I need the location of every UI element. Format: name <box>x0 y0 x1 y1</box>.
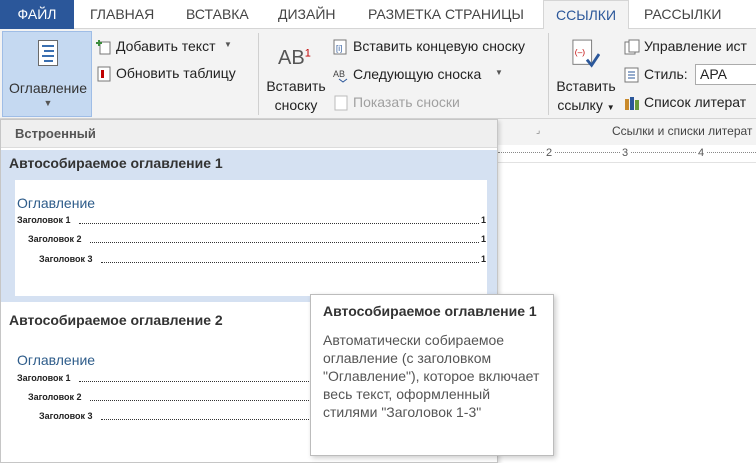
chevron-down-icon: ▼ <box>606 103 615 112</box>
svg-text:AB: AB <box>333 69 345 79</box>
bibliography-icon <box>625 97 639 110</box>
gallery-item-title: Автособираемое оглавление 2 <box>9 312 223 328</box>
manage-sources-icon <box>624 39 640 55</box>
gallery-item-auto-toc-1[interactable]: Автособираемое оглавление 1 Оглавление З… <box>1 150 497 302</box>
ruler-tick: 4 <box>696 147 707 159</box>
insert-footnote-button[interactable]: AB1 Вставить сноску <box>262 33 330 117</box>
preview-page-number: 1 <box>481 215 487 225</box>
tab-home[interactable]: ГЛАВНАЯ <box>90 0 154 29</box>
chevron-down-icon: ▼ <box>224 40 232 49</box>
preview-line: Заголовок 1 <box>17 373 71 383</box>
tooltip-body: Автоматически собираемое оглавление (с з… <box>323 332 540 420</box>
footnote-icon: AB1 <box>278 47 311 69</box>
tab-file[interactable]: ФАЙЛ <box>0 0 74 29</box>
show-notes-icon <box>334 95 348 111</box>
next-footnote-label: Следующую сноска <box>353 66 482 82</box>
tab-references[interactable]: ССЫЛКИ <box>543 0 629 30</box>
preview-heading: Оглавление <box>17 352 96 368</box>
tooltip: Автособираемое оглавление 1 Автоматическ… <box>310 294 554 456</box>
chevron-down-icon: ▼ <box>43 98 53 108</box>
toc-button[interactable]: Оглавление ▼ <box>2 31 92 117</box>
update-table-label: Обновить таблицу <box>116 65 236 81</box>
preview-page-number: 1 <box>481 254 487 264</box>
table-of-contents-icon <box>38 40 58 66</box>
bibliography-label: Список литерат <box>644 94 747 110</box>
insert-citation-button[interactable]: (–) Вставить ссылку ▼ <box>552 33 620 117</box>
gallery-section-header: Встроенный <box>1 120 497 148</box>
update-table-icon <box>97 66 111 82</box>
insert-citation-icon: (–) <box>572 39 600 68</box>
preview-line: Заголовок 2 <box>28 392 82 402</box>
preview-line: Заголовок 3 <box>39 254 93 264</box>
style-icon <box>624 67 639 83</box>
svg-text:[i]: [i] <box>336 44 342 53</box>
gallery-item-title: Автособираемое оглавление 1 <box>9 155 223 171</box>
preview-line: Заголовок 1 <box>17 215 71 225</box>
preview-page-number: 1 <box>481 234 487 244</box>
preview-heading: Оглавление <box>17 195 96 211</box>
tab-mailings[interactable]: РАССЫЛКИ <box>644 0 721 29</box>
toc-preview: Оглавление Заголовок 1 1 Заголовок 2 1 З… <box>15 180 487 296</box>
endnote-icon: [i] <box>333 39 347 55</box>
group-label-citations: Ссылки и списки литерат <box>612 124 753 138</box>
word-window: ФАЙЛ ГЛАВНАЯ ВСТАВКА ДИЗАЙН РАЗМЕТКА СТР… <box>0 0 756 463</box>
add-text-label: Добавить текст <box>116 38 216 54</box>
tooltip-title: Автособираемое оглавление 1 <box>323 303 537 319</box>
show-notes-label: Показать сноски <box>353 94 460 110</box>
ribbon-tabs: ФАЙЛ ГЛАВНАЯ ВСТАВКА ДИЗАЙН РАЗМЕТКА СТР… <box>0 0 756 30</box>
tab-insert[interactable]: ВСТАВКА <box>186 0 249 29</box>
insert-footnote-label: Вставить сноску <box>266 78 326 113</box>
preview-line: Заголовок 3 <box>39 411 93 421</box>
add-text-icon <box>96 40 111 55</box>
insert-endnote-label: Вставить концевую сноску <box>353 38 525 54</box>
dialog-launcher-icon[interactable]: ⌟ <box>536 125 540 136</box>
style-label: Стиль: <box>644 66 688 82</box>
chevron-down-icon: ▼ <box>495 68 503 77</box>
svg-text:(–): (–) <box>575 47 585 57</box>
preview-line: Заголовок 2 <box>28 234 82 244</box>
style-select[interactable]: APA <box>695 64 756 85</box>
ruler-tick: 2 <box>544 147 555 159</box>
toc-button-label: Оглавление <box>8 80 88 96</box>
manage-sources-label: Управление ист <box>644 38 747 54</box>
ribbon-references: Оглавление ▼ Добавить текст ▼ Обновить т… <box>0 29 756 138</box>
ruler-tick: 3 <box>620 147 631 159</box>
tab-layout[interactable]: РАЗМЕТКА СТРАНИЦЫ <box>368 0 524 29</box>
horizontal-ruler: 2 3 4 <box>498 145 756 163</box>
next-footnote-icon: AB <box>333 69 348 83</box>
insert-citation-label: Вставить ссылку ▼ <box>556 78 616 113</box>
tab-design[interactable]: ДИЗАЙН <box>278 0 336 29</box>
